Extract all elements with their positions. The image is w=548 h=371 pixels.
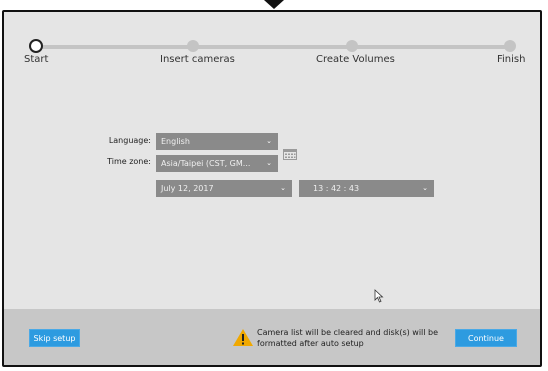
step-dot-create-volumes[interactable] [346, 40, 358, 52]
progress-track [36, 45, 510, 49]
continue-button[interactable]: Continue [455, 329, 517, 347]
step-label-insert-cameras: Insert cameras [160, 54, 235, 65]
timezone-select[interactable]: Asia/Taipei (CST, GM... ⌄ [156, 155, 278, 172]
chevron-down-icon: ⌄ [280, 184, 286, 192]
step-label-start: Start [24, 54, 49, 65]
language-label: Language: [108, 136, 151, 145]
chevron-down-icon: ⌄ [422, 184, 428, 192]
step-dot-insert-cameras[interactable] [187, 40, 199, 52]
warning-icon [233, 329, 253, 346]
step-dot-start[interactable] [29, 39, 43, 53]
timezone-label: Time zone: [107, 157, 151, 166]
language-select[interactable]: English ⌄ [156, 133, 278, 150]
chevron-down-icon: ⌄ [266, 159, 272, 167]
date-value: July 12, 2017 [161, 184, 214, 193]
step-label-create-volumes: Create Volumes [316, 54, 395, 65]
step-label-finish: Finish [497, 54, 526, 65]
language-value: English [161, 137, 190, 146]
mouse-cursor-icon [374, 289, 384, 303]
timezone-value: Asia/Taipei (CST, GM... [161, 159, 251, 168]
top-arrow-indicator [264, 0, 284, 9]
setup-wizard-panel: Start Insert cameras Create Volumes Fini… [4, 12, 540, 365]
time-value: 13 : 42 : 43 [313, 184, 360, 193]
skip-setup-button[interactable]: Skip setup [29, 329, 80, 347]
calendar-icon[interactable] [283, 148, 297, 160]
time-select[interactable]: 13 : 42 : 43 ⌄ [299, 180, 434, 197]
date-select[interactable]: July 12, 2017 ⌄ [156, 180, 292, 197]
chevron-down-icon: ⌄ [266, 137, 272, 145]
warning-message: Camera list will be cleared and disk(s) … [257, 328, 439, 348]
step-dot-finish[interactable] [504, 40, 516, 52]
